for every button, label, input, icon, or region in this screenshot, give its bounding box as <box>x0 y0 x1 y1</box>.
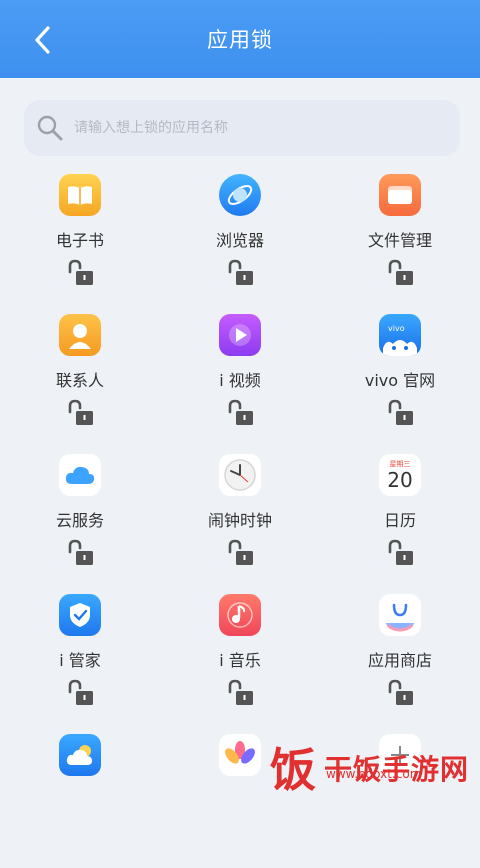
app-name: vivo 官网 <box>364 371 436 390</box>
unlock-icon[interactable] <box>64 677 96 709</box>
page-title: 应用锁 <box>207 28 273 52</box>
app-item-vivo-official[interactable]: vivo vivo 官网 <box>320 308 480 448</box>
app-name: 联系人 <box>55 371 104 390</box>
app-item-browser[interactable]: 浏览器 <box>160 168 320 308</box>
weather-icon <box>59 734 101 776</box>
app-header: 应用锁 <box>0 0 480 78</box>
unlock-icon[interactable] <box>64 257 96 289</box>
calendar-weekday: 星期三 <box>389 460 411 468</box>
unlock-icon[interactable] <box>224 397 256 429</box>
unlock-icon[interactable] <box>64 537 96 569</box>
app-name: 浏览器 <box>215 231 264 250</box>
watermark-url: www.edoxt.com <box>326 767 422 781</box>
unlock-icon[interactable] <box>384 537 416 569</box>
browser-icon <box>219 174 261 216</box>
search-input[interactable] <box>72 119 436 137</box>
app-item-i-manager[interactable]: i 管家 <box>0 588 160 728</box>
search-bar[interactable] <box>24 100 460 156</box>
app-item-ebook[interactable]: 电子书 <box>0 168 160 308</box>
music-icon <box>219 594 261 636</box>
unlock-icon[interactable] <box>384 397 416 429</box>
video-icon <box>219 314 261 356</box>
contacts-icon <box>59 314 101 356</box>
app-name: 日历 <box>383 511 416 530</box>
cloud-icon <box>59 454 101 496</box>
watermark: 饭 干饭手游网 www.edoxt.com <box>268 735 480 800</box>
folder-icon <box>379 174 421 216</box>
photos-icon <box>219 734 261 776</box>
svg-text:饭: 饭 <box>270 743 316 796</box>
app-name: 文件管理 <box>367 231 432 250</box>
app-item-weather[interactable] <box>0 728 160 868</box>
unlock-icon[interactable] <box>64 397 96 429</box>
shield-icon <box>59 594 101 636</box>
back-button[interactable] <box>22 20 62 60</box>
chevron-left-icon <box>35 26 50 54</box>
app-item-music[interactable]: i 音乐 <box>160 588 320 728</box>
unlock-icon[interactable] <box>384 677 416 709</box>
app-item-contacts[interactable]: 联系人 <box>0 308 160 448</box>
clock-icon <box>219 454 261 496</box>
app-item-file-manager[interactable]: 文件管理 <box>320 168 480 308</box>
app-name: 应用商店 <box>367 651 432 670</box>
app-name: i 音乐 <box>219 651 261 670</box>
unlock-icon[interactable] <box>224 257 256 289</box>
app-name: 云服务 <box>55 511 104 530</box>
app-item-clock[interactable]: 闹钟时钟 <box>160 448 320 588</box>
calendar-icon: 星期三 20 <box>379 454 421 496</box>
app-item-video[interactable]: i 视频 <box>160 308 320 448</box>
unlock-icon[interactable] <box>224 677 256 709</box>
unlock-icon[interactable] <box>224 537 256 569</box>
app-name: 电子书 <box>55 231 104 250</box>
app-store-icon <box>379 594 421 636</box>
vivo-store-icon: vivo <box>379 314 421 356</box>
app-item-app-store[interactable]: 应用商店 <box>320 588 480 728</box>
app-item-calendar[interactable]: 星期三 20 日历 <box>320 448 480 588</box>
app-item-cloud[interactable]: 云服务 <box>0 448 160 588</box>
watermark-logo-icon: 饭 <box>270 743 316 796</box>
app-name: 闹钟时钟 <box>207 511 272 530</box>
unlock-icon[interactable] <box>384 257 416 289</box>
app-name: i 视频 <box>219 371 261 390</box>
book-icon <box>59 174 101 216</box>
search-icon <box>30 108 70 148</box>
calendar-day: 20 <box>387 468 413 492</box>
svg-text:vivo: vivo <box>388 324 405 333</box>
app-name: i 管家 <box>59 651 101 670</box>
